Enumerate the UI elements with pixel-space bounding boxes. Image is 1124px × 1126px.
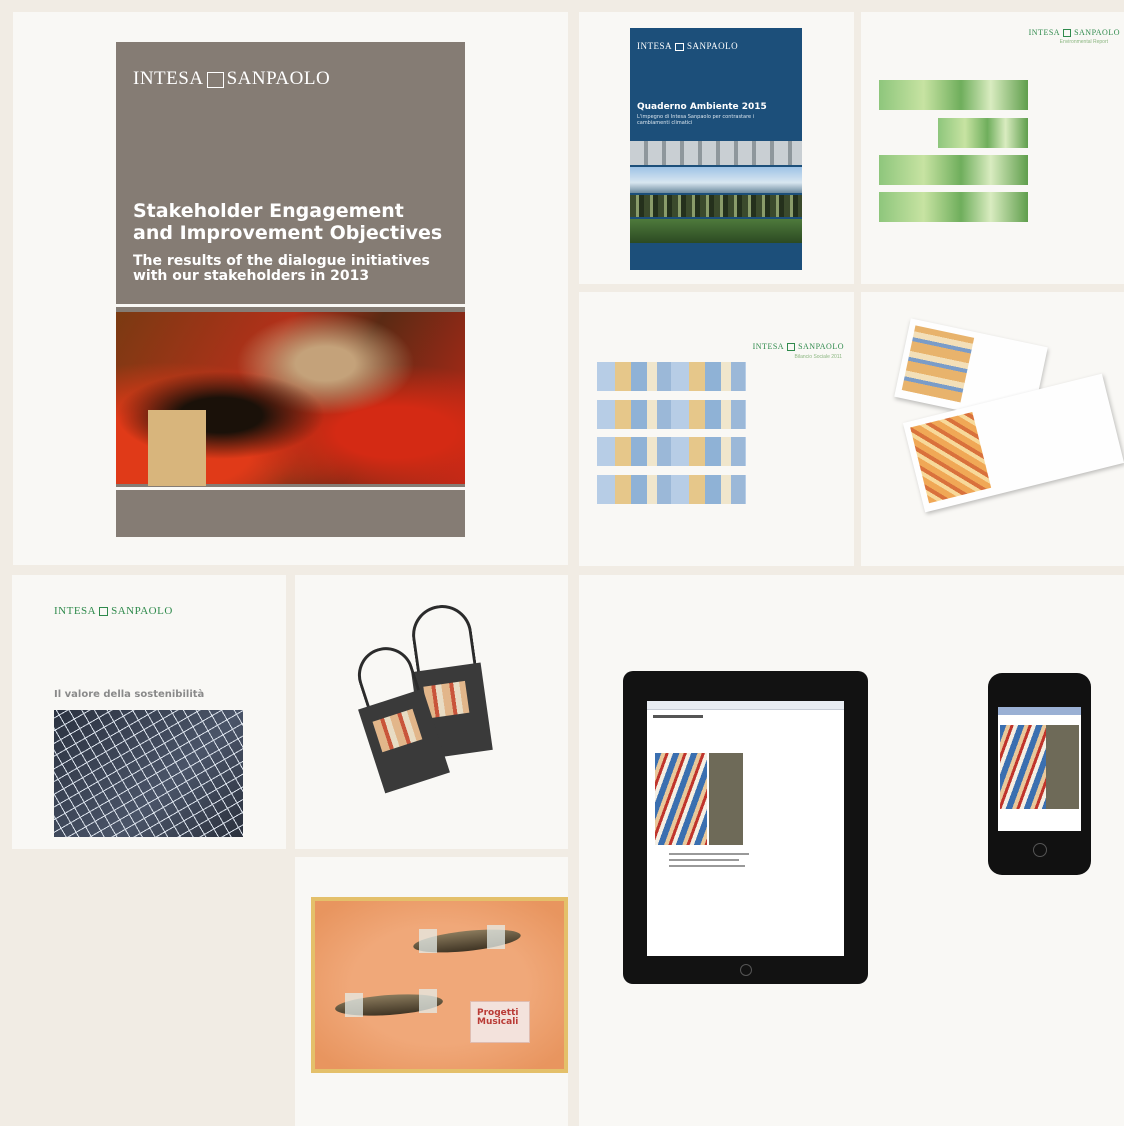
report-title: Il valore della sostenibilità: [54, 689, 205, 700]
report-subtitle: Environmental Report: [1059, 39, 1108, 45]
intesa-sanpaolo-logo: INTESA SANPAOLO: [752, 342, 844, 352]
solar-panel-image: [54, 710, 243, 837]
home-button-icon: [1033, 843, 1047, 857]
cover-subtitle: The results of the dialogue initiatives …: [133, 253, 430, 284]
home-button-icon: [740, 964, 752, 976]
report-cover: INTESA SANPAOLO Stakeholder Engagement an…: [116, 42, 465, 537]
cover-title: Stakeholder Engagement and Improvement O…: [133, 200, 443, 244]
skyline-photo: [630, 167, 802, 193]
intesa-sanpaolo-logo: INTESA SANPAOLO: [1028, 28, 1120, 38]
illustration-strip: [597, 475, 746, 504]
gallery-tile-progetti-musicali[interactable]: Progetti Musicali: [295, 857, 568, 1126]
artwork-panel: [1046, 725, 1079, 809]
gallery-tile-brochures[interactable]: [861, 292, 1124, 566]
leaf-illustration-strip: [879, 80, 1028, 110]
phone-mockup: [988, 673, 1091, 875]
illustration-strip: [597, 437, 746, 466]
forest-photo: [630, 195, 802, 217]
trees-photo: [630, 219, 802, 243]
artwork-image: [1000, 725, 1046, 809]
tablet-mockup: [623, 671, 868, 984]
artwork-image: [655, 753, 707, 845]
abstract-artwork-image: [116, 312, 465, 486]
gallery-tile-quaderno-ambiente[interactable]: INTESA SANPAOLO Quaderno Ambiente 2015 L'…: [579, 12, 854, 284]
tape-piece: [419, 929, 437, 953]
logo-mark-icon: [675, 42, 684, 51]
phone-screen: [998, 707, 1081, 831]
leaf-illustration-strip: [879, 192, 1028, 222]
gallery-tile-mobile-devices[interactable]: [579, 575, 1124, 1126]
building-photo: [630, 141, 802, 165]
logo-mark-icon: [206, 71, 224, 88]
cover-subtitle: L'impegno di Intesa Sanpaolo per contras…: [637, 114, 755, 126]
gallery-tile-stakeholder-report[interactable]: INTESA SANPAOLO Stakeholder Engagement an…: [13, 12, 568, 565]
artwork-panel: [709, 753, 743, 845]
tablet-screen: [647, 701, 844, 956]
intesa-sanpaolo-logo: INTESA SANPAOLO: [637, 41, 739, 51]
intesa-sanpaolo-logo: INTESA SANPAOLO: [133, 68, 331, 89]
illustration-strip: [597, 400, 746, 429]
divider: [116, 487, 465, 490]
gallery-tile-environmental-report[interactable]: INTESA SANPAOLO Environmental Report: [861, 12, 1124, 284]
logo-mark-icon: [787, 343, 796, 352]
tape-piece: [487, 925, 505, 949]
report-subtitle: Bilancio Sociale 2011: [794, 354, 842, 360]
tape-piece: [345, 993, 363, 1017]
leaf-illustration-strip: [938, 118, 1028, 148]
cover-title: Quaderno Ambiente 2015: [637, 102, 767, 112]
tape-piece: [419, 989, 437, 1013]
gallery-tile-bilancio-sociale[interactable]: INTESA SANPAOLO Bilancio Sociale 2011: [579, 292, 854, 566]
gallery-tile-bags[interactable]: [295, 575, 568, 849]
report-cover: INTESA SANPAOLO Quaderno Ambiente 2015 L'…: [630, 28, 802, 270]
divider: [116, 304, 465, 307]
gallery-tile-sostenibilita[interactable]: INTESA SANPAOLO Il valore della sostenibi…: [12, 575, 286, 849]
logo-mark-icon: [1063, 29, 1072, 38]
project-stamp: Progetti Musicali: [470, 1001, 530, 1043]
illustration-strip: [597, 362, 746, 391]
leaf-illustration-strip: [879, 155, 1028, 185]
logo-mark-icon: [99, 606, 109, 616]
intesa-sanpaolo-logo: INTESA SANPAOLO: [54, 605, 173, 617]
craft-mat-image: Progetti Musicali: [311, 897, 568, 1073]
